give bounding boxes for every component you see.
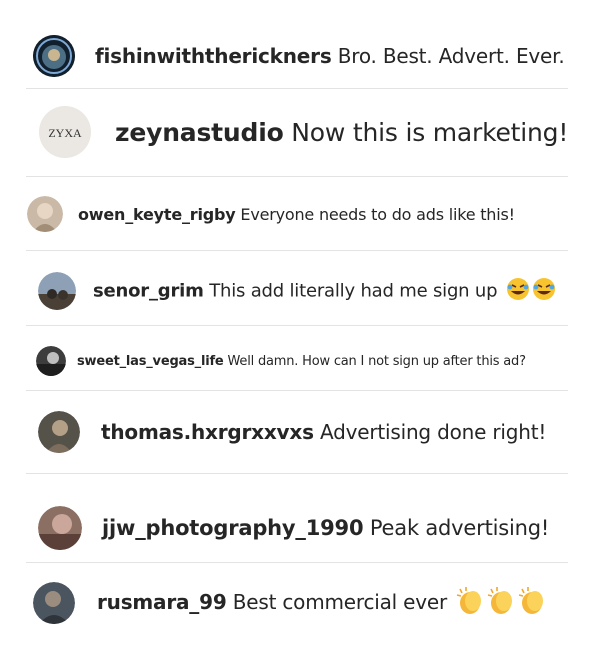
comment-username[interactable]: fishinwiththerickners <box>95 44 332 68</box>
comment-text: Bro. Best. Advert. Ever. <box>337 44 565 68</box>
comment-row: rusmara_99 Best commercial ever <box>0 580 592 626</box>
comment-text: Everyone needs to do ads like this! <box>240 204 515 224</box>
comment-row: fishinwiththerickners Bro. Best. Advert.… <box>0 30 592 82</box>
avatar[interactable] <box>36 346 66 376</box>
comment-row: ZYXA zeynastudio Now this is marketing! <box>0 104 592 160</box>
comment-username[interactable]: zeynastudio <box>115 118 284 147</box>
comment-row: senor_grim This add literally had me sig… <box>0 270 592 312</box>
comment-text: Advertising done right! <box>319 420 547 444</box>
divider <box>26 250 568 251</box>
avatar[interactable] <box>38 506 82 550</box>
avatar[interactable] <box>38 272 76 310</box>
divider <box>26 473 568 474</box>
divider <box>26 325 568 326</box>
comment-row: owen_keyte_rigby Everyone needs to do ad… <box>0 194 592 234</box>
rofl-emoji-icon <box>506 277 556 306</box>
avatar[interactable]: ZYXA <box>39 106 91 158</box>
avatar[interactable] <box>38 411 80 453</box>
comment-row: sweet_las_vegas_life Well damn. How can … <box>0 342 592 380</box>
comment-text: Peak advertising! <box>369 516 550 540</box>
comment-username[interactable]: rusmara_99 <box>97 590 227 614</box>
comment-username[interactable]: owen_keyte_rigby <box>78 205 236 224</box>
avatar[interactable] <box>33 582 75 624</box>
divider <box>26 176 568 177</box>
comment-text: Well damn. How can I not sign up after t… <box>227 353 526 369</box>
comment-row: thomas.hxrgrxxvxs Advertising done right… <box>0 409 592 455</box>
comment-username[interactable]: thomas.hxrgrxxvxs <box>101 420 314 444</box>
comment-text: Now this is marketing! <box>291 117 569 147</box>
divider <box>26 562 568 563</box>
divider <box>26 88 568 89</box>
comment-row: jjw_photography_1990 Peak advertising! <box>0 504 592 552</box>
divider <box>26 390 568 391</box>
comment-text: Best commercial ever <box>232 589 448 614</box>
comment-username[interactable]: sweet_las_vegas_life <box>77 354 224 369</box>
avatar[interactable] <box>33 35 75 77</box>
comment-username[interactable]: jjw_photography_1990 <box>102 516 364 540</box>
clapping-hands-emoji-icon <box>456 586 548 621</box>
comment-text: This add literally had me sign up <box>209 280 498 301</box>
avatar[interactable] <box>27 196 63 232</box>
avatar-logo-text: ZYXA <box>48 126 82 140</box>
comment-username[interactable]: senor_grim <box>93 280 204 301</box>
